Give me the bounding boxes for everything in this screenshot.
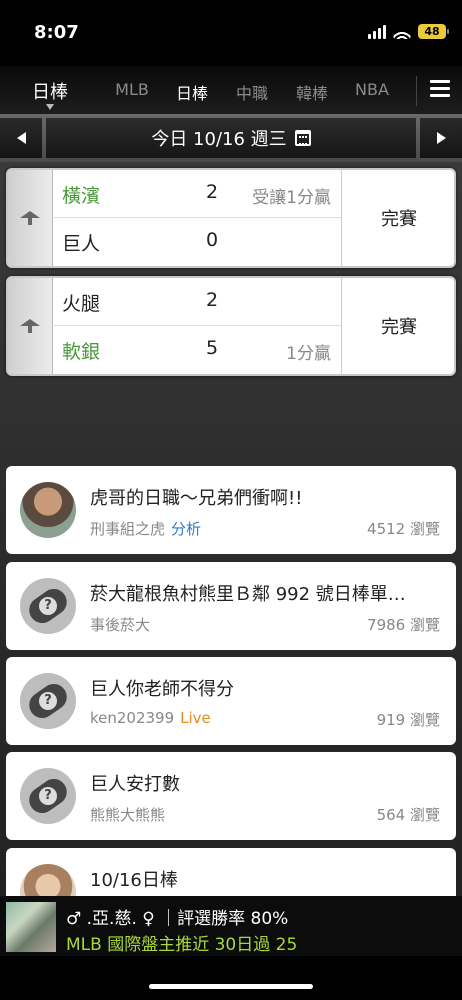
promo-title: ♂ .亞.慈. ♀ ｜評選勝率 80% — [66, 909, 289, 929]
next-date-button[interactable] — [420, 118, 462, 158]
team-name: 巨人 — [62, 233, 101, 255]
team-name: 橫濱 — [62, 185, 101, 207]
team-row: 軟銀 5 1分贏 — [54, 326, 341, 374]
post-title: 巨人你老師不得分 — [90, 679, 234, 700]
prev-date-button[interactable] — [0, 118, 42, 158]
team-score: 5 — [206, 337, 219, 359]
post-title: 菸大龍根魚村熊里Ｂ鄰 992 號日棒單… — [90, 584, 406, 605]
tab-nba[interactable]: NBA — [342, 80, 402, 104]
promo-subtitle: MLB 國際盤主推近 30日過 25 — [66, 935, 298, 955]
post-author: ken202399 Live — [90, 709, 211, 727]
post-card[interactable]: ? 菸大龍根魚村熊里Ｂ鄰 992 號日棒單… 事後菸大 7986 瀏覽 — [6, 562, 456, 650]
avatar — [20, 482, 76, 538]
post-views: 4512 瀏覽 — [367, 520, 440, 538]
avatar: ? — [20, 673, 76, 729]
date-selector[interactable]: 今日 10/16 週三 — [46, 118, 416, 158]
team-score: 2 — [206, 181, 219, 203]
post-author: 熊熊大熊熊 — [90, 804, 165, 825]
post-title: 10/16日棒 — [90, 870, 178, 891]
handicap-result: 1分贏 — [286, 344, 331, 364]
anonymous-avatar-icon: ? — [24, 678, 72, 724]
content-area: 橫濱 2 受讓1分贏 巨人 0 完賽 火腿 2 軟銀 5 1分贏 完賽 虎哥的日… — [0, 162, 462, 936]
author-name: 熊熊大熊熊 — [90, 806, 166, 824]
post-tag: 分析 — [171, 520, 202, 538]
promo-image — [6, 902, 56, 952]
wifi-icon — [393, 24, 411, 39]
arrow-up-icon — [20, 319, 40, 333]
tab-cpbl[interactable]: 中職 — [222, 80, 282, 104]
arrow-left-icon — [16, 132, 26, 144]
team-row: 火腿 2 — [54, 278, 341, 326]
avatar: ? — [20, 578, 76, 634]
hamburger-menu-icon[interactable] — [430, 80, 450, 98]
date-label: 今日 10/16 週三 — [151, 129, 287, 150]
status-time: 8:07 — [34, 22, 79, 43]
post-card[interactable]: ? 巨人安打數 熊熊大熊熊 564 瀏覽 — [6, 752, 456, 840]
status-icons: 48 — [368, 24, 449, 39]
author-name: 刑事組之虎 — [90, 520, 166, 538]
post-title: 巨人安打數 — [90, 774, 180, 795]
avatar: ? — [20, 768, 76, 824]
arrow-up-icon — [20, 211, 40, 225]
status-bar: 8:07 48 — [0, 0, 462, 66]
tab-mlb[interactable]: MLB — [102, 80, 162, 104]
expand-button[interactable] — [8, 278, 53, 374]
calendar-icon — [294, 130, 311, 146]
game-card[interactable]: 橫濱 2 受讓1分贏 巨人 0 完賽 — [6, 168, 456, 268]
author-name: 事後菸大 — [90, 616, 151, 634]
signal-icon — [368, 24, 386, 39]
post-card[interactable]: 虎哥的日職～兄弟們衝啊!! 刑事組之虎 分析 4512 瀏覽 — [6, 466, 456, 554]
team-score: 0 — [206, 229, 219, 251]
team-row: 橫濱 2 受讓1分贏 — [54, 170, 341, 218]
team-name: 火腿 — [62, 293, 101, 315]
post-views: 919 瀏覽 — [376, 711, 440, 729]
post-tag: Live — [180, 709, 211, 727]
chevron-down-icon — [46, 104, 54, 110]
promo-banner[interactable]: ♂ .亞.慈. ♀ ｜評選勝率 80% MLB 國際盤主推近 30日過 25 — [0, 896, 462, 956]
tab-npb[interactable]: 日棒 — [162, 80, 222, 104]
game-card[interactable]: 火腿 2 軟銀 5 1分贏 完賽 — [6, 276, 456, 376]
game-status: 完賽 — [341, 170, 454, 266]
post-views: 564 瀏覽 — [376, 806, 440, 824]
anonymous-avatar-icon: ? — [24, 773, 72, 819]
handicap-result: 受讓1分贏 — [252, 188, 331, 208]
current-league[interactable]: 日棒 — [32, 78, 68, 104]
team-score: 2 — [206, 289, 219, 311]
post-author: 刑事組之虎 分析 — [90, 518, 201, 539]
date-bar: 今日 10/16 週三 — [0, 114, 462, 162]
post-author: 事後菸大 — [90, 614, 150, 635]
league-tabs: MLB 日棒 中職 韓棒 NBA — [102, 80, 402, 104]
game-status: 完賽 — [341, 278, 454, 374]
post-card[interactable]: ? 巨人你老師不得分 ken202399 Live 919 瀏覽 — [6, 657, 456, 745]
author-name: ken202399 — [90, 709, 175, 727]
arrow-right-icon — [436, 132, 446, 144]
home-indicator — [149, 984, 313, 989]
nav-divider — [416, 76, 417, 106]
top-nav: 日棒 MLB 日棒 中職 韓棒 NBA — [0, 66, 462, 114]
expand-button[interactable] — [8, 170, 53, 266]
anonymous-avatar-icon: ? — [24, 583, 72, 629]
battery-icon: 48 — [418, 24, 449, 39]
post-views: 7986 瀏覽 — [367, 616, 440, 634]
tab-kbo[interactable]: 韓棒 — [282, 80, 342, 104]
post-title: 虎哥的日職～兄弟們衝啊!! — [90, 488, 303, 509]
team-row: 巨人 0 — [54, 218, 341, 266]
team-name: 軟銀 — [62, 341, 101, 363]
